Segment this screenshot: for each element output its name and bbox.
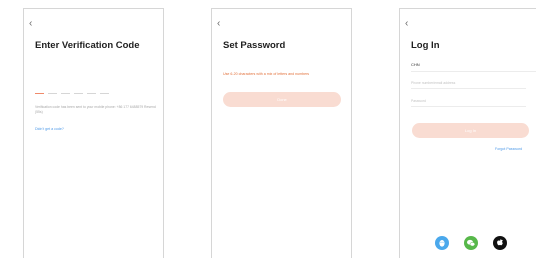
didnt-get-code-link[interactable]: Didn't get a code? [35, 127, 64, 131]
password-rule-error: Use 6-20 characters with a mix of letter… [223, 72, 310, 76]
divider [411, 71, 536, 72]
page-title: Enter Verification Code [35, 40, 140, 51]
code-digit-slot[interactable] [87, 93, 96, 94]
set-password-screen: ‹ Set Password Use 6-20 characters with … [211, 8, 352, 258]
page-title: Set Password [223, 40, 286, 51]
login-screen: ‹ Log In CHN Phone number/email address … [399, 8, 536, 258]
forgot-password-link[interactable]: Forgot Password [495, 147, 522, 151]
password-input[interactable]: Password [411, 97, 526, 107]
code-digit-slot[interactable] [74, 93, 83, 94]
back-arrow-icon[interactable]: ‹ [217, 19, 220, 29]
apple-icon[interactable] [493, 236, 507, 250]
tencent-qq-icon[interactable] [435, 236, 449, 250]
back-arrow-icon[interactable]: ‹ [405, 19, 408, 29]
verification-hint: Verification code has been sent to your … [35, 105, 156, 114]
login-button[interactable]: Log In [412, 123, 529, 138]
back-arrow-icon[interactable]: ‹ [29, 19, 32, 29]
code-digit-slot[interactable] [48, 93, 57, 94]
page-title: Log In [411, 40, 440, 51]
code-digit-slot[interactable] [35, 93, 44, 94]
verification-code-input[interactable] [35, 87, 110, 95]
account-input[interactable]: Phone number/email address [411, 79, 526, 89]
code-digit-slot[interactable] [61, 93, 70, 94]
code-digit-slot[interactable] [100, 93, 109, 94]
country-code-selector[interactable]: CHN [411, 62, 420, 67]
done-button[interactable]: Done [223, 92, 341, 107]
wechat-icon[interactable] [464, 236, 478, 250]
verification-screen: ‹ Enter Verification Code Verification c… [23, 8, 164, 258]
